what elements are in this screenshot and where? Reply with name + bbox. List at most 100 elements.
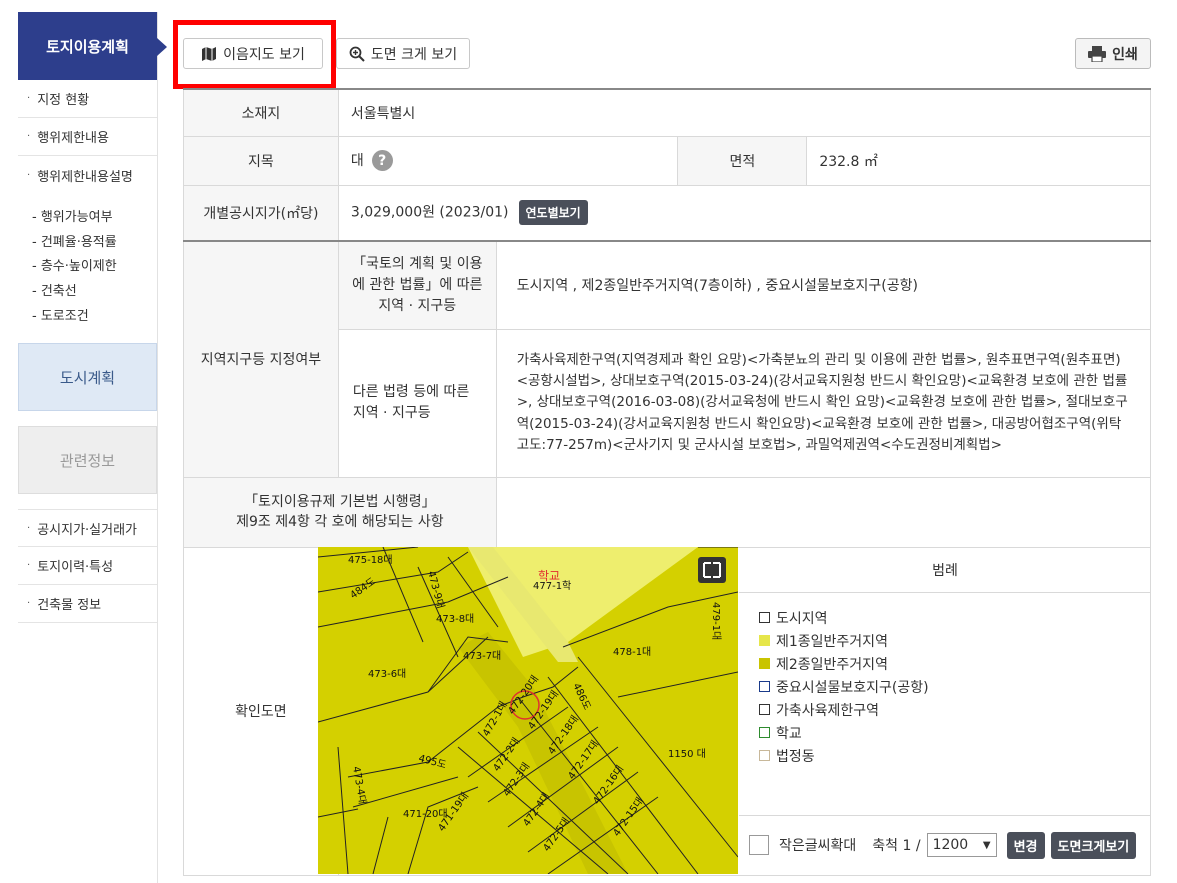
map-label: 확인도면 [183,546,339,876]
parcel-label: 473-7대 [463,650,501,662]
zoom-view-button[interactable]: 도면 크게 보기 [336,38,470,69]
zoom-in-icon [349,46,365,62]
legend-swatch [759,612,770,623]
legend-swatch [759,750,770,761]
change-button[interactable]: 변경 [1006,831,1045,859]
sub-item-building-line[interactable]: - 건축선 [32,280,157,305]
zoom-view-label: 도면 크게 보기 [370,46,458,63]
legend-label: 중요시설물보호지구(공항) [776,679,929,696]
sidebar-item-status[interactable]: · 지정 현황 [18,80,157,118]
parcel-label: 495도 [417,753,447,771]
sidebar: 토지이용계획 · 지정 현황 · 행위제한내용 · 행위제한내용설명 - 행위가능여부… [18,12,167,883]
yearly-view-button[interactable]: 연도별보기 [518,200,588,226]
parcel-label: 472-17대 [566,738,601,781]
sidebar-item-building[interactable]: · 건축물 정보 [18,585,157,624]
location-label: 소재지 [183,88,339,137]
legend-label: 가축사육제한구역 [776,702,880,719]
legend-label: 도시지역 [776,610,828,627]
parcel-map[interactable]: 475-18대 473-9대 484도 473-8대 477-1학 학교 478-1대 473… [318,547,738,874]
sidebar-item-price[interactable]: · 공시지가·실거래가 [18,509,157,548]
scale-prefix: 축척 1 / [872,838,921,854]
parcel-label: 1150 대 [668,748,706,760]
sidebar-item-label: 지정 현황 [37,93,90,108]
sidebar-header-label: 토지이용계획 [46,37,129,56]
price-value: 3,029,000원 (2023/01) [350,204,509,221]
legend-item: 중요시설물보호지구(공항) [759,675,1151,698]
legend-label: 법정동 [776,748,815,765]
parcel-label: 472-15대 [611,795,646,838]
print-button[interactable]: 인쇄 [1075,38,1151,69]
law2-value: 가축사육제한구역(지역경제과 확인 요망)<가축분뇨의 관리 및 이용에 관한 … [495,328,1152,478]
small-text-label: 작은글씨확대 [779,838,857,854]
price-label: 개별공시지가(㎡당) [183,184,339,242]
sub-item-coverage[interactable]: - 건폐율·용적률 [32,231,157,256]
bullet-icon: · [27,522,31,534]
sub-item-allowed[interactable]: - 행위가능여부 [32,206,157,231]
parcel-label: 473-8대 [436,613,474,625]
legend-list: 도시지역제1종일반주거지역 제2종일반주거지역중요시설물보호지구(공항) 가축사육제… [739,593,1151,767]
parcel-label: 479-1대 [710,602,722,640]
parcel-label: 484도 [348,576,377,601]
sidebar-item-history[interactable]: · 토지이력·특성 [18,547,157,586]
sub-item-label: 행위가능여부 [40,210,113,225]
parcel-label: 473-6대 [368,668,406,680]
bullet-icon: · [27,169,31,181]
sub-item-road[interactable]: - 도로조건 [32,305,157,330]
parcel-label: 472-1대 [480,699,510,738]
area-label: 면적 [677,135,808,186]
bullet-icon: · [27,131,31,142]
sidebar-item-label: 행위제한내용설명 [37,169,133,185]
legend-swatch [759,635,770,646]
scale-select[interactable]: 1200 ▼ [926,833,997,857]
highlight-box [173,20,336,89]
bullet-icon: · [27,598,31,610]
sidebar-item-restriction[interactable]: · 행위제한내용 [18,118,157,156]
legend-title: 범례 [739,547,1151,593]
print-label: 인쇄 [1112,46,1138,63]
zone-label: 지역지구등 지정여부 [183,240,339,478]
jimok-label: 지목 [183,135,339,186]
legend-item: 제2종일반주거지역 [759,652,1151,675]
legend-swatch [759,681,770,692]
parcel-label: 475-18대 [348,554,393,566]
legend-label: 학교 [776,725,802,742]
legend-swatch [759,727,770,738]
parcel-label: 478-1대 [613,646,651,658]
chevron-down-icon: ▼ [982,839,991,851]
related-info-label: 관련정보 [59,451,116,470]
sidebar-item-label: 건축물 정보 [37,598,102,614]
legend-swatch [759,704,770,715]
help-icon[interactable]: ? [371,150,393,172]
city-plan-label: 도시계획 [59,368,116,387]
legend-item: 도시지역 [759,606,1151,629]
sidebar-city-plan[interactable]: 도시계획 [18,343,157,412]
legend-item: 제1종일반주거지역 [759,629,1151,652]
sidebar-item-restriction-desc[interactable]: · 행위제한내용설명 [18,156,157,194]
sub-item-label: 건폐율·용적률 [40,234,117,250]
map-fullscreen-bg[interactable] [698,557,726,583]
jimok-cell: 대? [337,135,679,186]
sub-item-height[interactable]: - 층수·높이제한 [32,255,157,280]
rule-label-line1: 「토지이용규제 기본법 시행령」 [244,493,436,510]
sidebar-item-label: 공시지가·실거래가 [37,522,137,538]
legend-item: 법정동 [759,744,1151,767]
law2-label: 다른 법령 등에 따른 지역 · 지구등 [337,328,497,478]
map-zoom-button[interactable]: 도면크게보기 [1050,831,1137,859]
small-text-checkbox[interactable] [749,835,769,855]
legend-panel: 범례 도시지역제1종일반주거지역 제2종일반주거지역중요시설물보호지구(공항) 가축… [739,547,1151,874]
printer-icon [1088,45,1107,62]
sidebar-header[interactable]: 토지이용계획 [18,12,167,80]
price-cell: 3,029,000원 (2023/01) 연도별보기 [337,184,1152,242]
legend-swatch [759,658,770,669]
sidebar-item-label: 행위제한내용 [37,131,109,146]
law1-label: 「국토의 계획 및 이용에 관한 법률」에 따른 지역 · 지구등 [337,240,497,330]
sidebar-related-info[interactable]: 관련정보 [18,426,157,495]
rule-label-line2: 제9조 제4항 각 호에 해당되는 사항 [236,514,444,530]
parcel-label: 학교 [538,569,560,583]
legend-item: 학교 [759,721,1151,744]
legend-controls: 작은글씨확대 축척 1 / 1200 ▼ 변경 도면크게보기 [739,815,1151,874]
bullet-icon: · [27,560,31,572]
rule-label: 「토지이용규제 기본법 시행령」 제9조 제4항 각 호에 해당되는 사항 [183,476,497,548]
rule-value [495,476,1152,548]
sidebar-sub-list: - 행위가능여부 - 건폐율·용적률 - 층수·높이제한 - 건축선 - 도로조… [18,194,157,337]
